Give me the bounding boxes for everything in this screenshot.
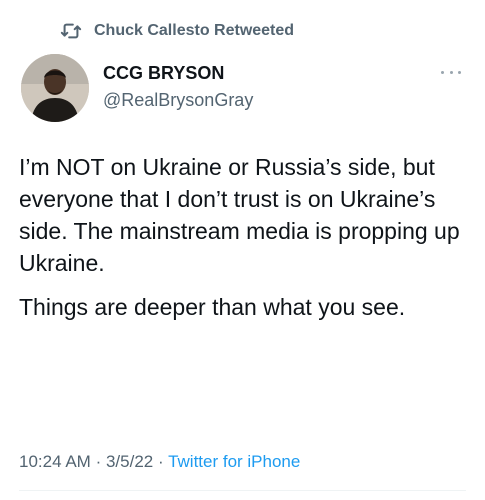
divider	[19, 490, 466, 491]
more-dot	[441, 70, 444, 74]
retweet-header[interactable]: Chuck Callesto Retweeted	[60, 20, 294, 42]
tweet-source-link[interactable]: Twitter for iPhone	[168, 452, 300, 471]
retweet-icon	[60, 20, 82, 42]
tweet-metadata: 10:24 AM · 3/5/22 · Twitter for iPhone	[19, 452, 300, 472]
meta-separator: ·	[157, 452, 164, 471]
retweet-label: Chuck Callesto Retweeted	[94, 22, 295, 39]
more-dot	[458, 70, 461, 74]
more-options-icon[interactable]	[441, 68, 461, 76]
tweet-text: I’m NOT on Ukraine or Russia’s side, but…	[19, 151, 467, 335]
meta-separator: ·	[95, 452, 102, 471]
tweet-paragraph: Things are deeper than what you see.	[19, 294, 406, 320]
tweet-date[interactable]: 3/5/22	[106, 452, 153, 471]
author-display-name[interactable]: CCG BRYSON	[103, 63, 224, 84]
author-handle[interactable]: @RealBrysonGray	[103, 90, 253, 111]
tweet-paragraph: I’m NOT on Ukraine or Russia’s side, but…	[19, 154, 460, 276]
more-dot	[449, 70, 453, 74]
tweet-time[interactable]: 10:24 AM	[19, 452, 91, 471]
avatar[interactable]	[21, 54, 89, 122]
avatar-image	[21, 54, 89, 122]
